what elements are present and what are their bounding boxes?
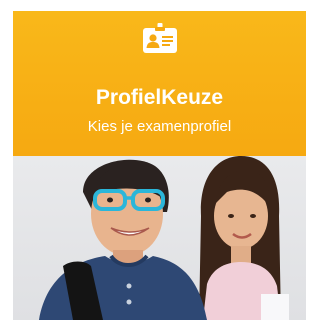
student-girl: [199, 156, 289, 320]
tile-title: ProfielKeuze: [95, 86, 224, 109]
banner: ProfielKeuze Kies je examenprofiel: [13, 11, 306, 156]
student-boy: [39, 159, 207, 320]
profielkeuze-tile[interactable]: ProfielKeuze Kies je examenprofiel: [13, 11, 306, 320]
id-badge-icon: [143, 23, 177, 53]
students-photo: [13, 156, 306, 320]
tile-subtitle: Kies je examenprofiel: [87, 118, 232, 135]
